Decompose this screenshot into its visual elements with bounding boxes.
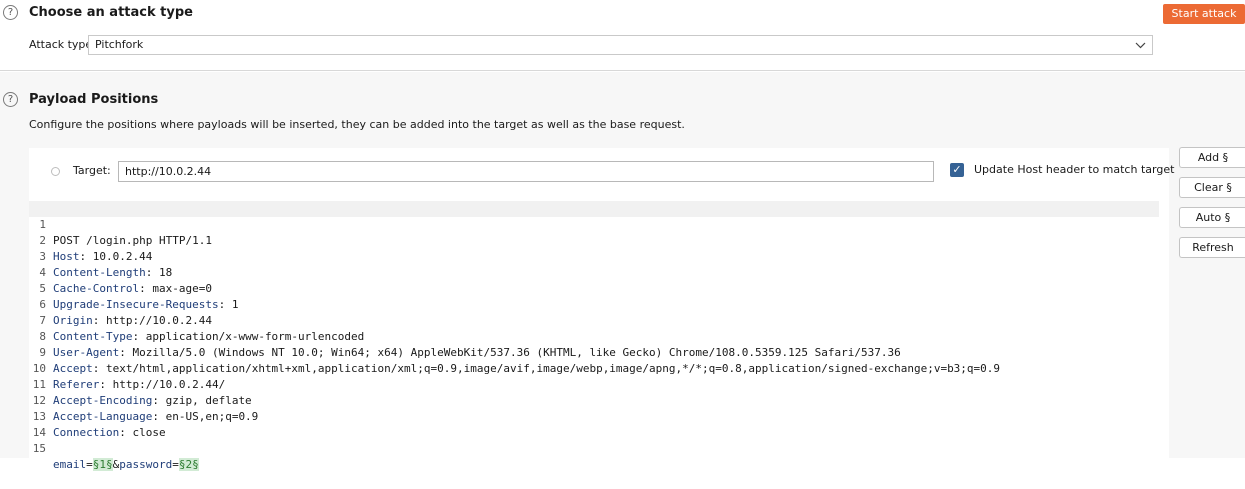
header-line: 4 Cache-Control: max-age=0	[29, 249, 1159, 295]
blank-line: 14	[29, 409, 1159, 439]
payload-marker[interactable]: §1§	[92, 458, 113, 471]
payload-marker[interactable]: §2§	[178, 458, 199, 471]
header-line: 12 Accept-Language: en-US,en;q=0.9	[29, 377, 1159, 423]
header-line: 2 Host: 10.0.2.44	[29, 217, 1159, 263]
body-param-name: password	[119, 458, 173, 471]
update-host-label: Update Host header to match target	[974, 163, 1175, 176]
radio-icon[interactable]	[51, 167, 60, 176]
help-icon[interactable]: ?	[3, 92, 18, 107]
header-line: 13 Connection: close	[29, 393, 1159, 439]
payload-positions-title: Payload Positions	[29, 92, 159, 107]
refresh-button[interactable]: Refresh	[1179, 237, 1245, 258]
target-label: Target:	[73, 164, 111, 177]
line-number: 15	[32, 442, 46, 455]
header-line: 11 Accept-Encoding: gzip, deflate	[29, 361, 1159, 407]
header-line: 10 Referer: http://10.0.2.44/	[29, 345, 1159, 391]
attack-type-label: Attack type:	[29, 38, 96, 51]
help-icon[interactable]: ?	[3, 5, 18, 20]
checkbox-checked-icon[interactable]: ✓	[950, 163, 964, 177]
attack-type-select[interactable]: Pitchfork	[88, 35, 1153, 55]
add-marker-button[interactable]: Add §	[1179, 147, 1245, 168]
target-input[interactable]: http://10.0.2.44	[118, 161, 934, 182]
header-line: 9 Accept: text/html,application/xhtml+xm…	[29, 329, 1159, 375]
start-attack-button[interactable]: Start attack	[1163, 4, 1245, 24]
body-line: 15 email=§1§&password=§2§	[29, 425, 1159, 471]
header-line: 8 User-Agent: Mozilla/5.0 (Windows NT 10…	[29, 313, 1159, 359]
header-line: 5 Upgrade-Insecure-Requests: 1	[29, 265, 1159, 311]
body-param-name: email	[53, 458, 87, 471]
header-line: 3 Content-Length: 18	[29, 233, 1159, 279]
payload-positions-description: Configure the positions where payloads w…	[29, 118, 685, 131]
clear-marker-button[interactable]: Clear §	[1179, 177, 1245, 198]
request-line: 1 POST /login.php HTTP/1.1	[29, 201, 1159, 247]
request-code[interactable]: 1 POST /login.php HTTP/1.1 2 Host: 10.0.…	[29, 201, 1159, 471]
header-line: 6 Origin: http://10.0.2.44	[29, 281, 1159, 327]
chevron-down-icon	[1135, 36, 1146, 61]
auto-marker-button[interactable]: Auto §	[1179, 207, 1245, 228]
section-divider	[0, 70, 1245, 71]
attack-type-value: Pitchfork	[95, 38, 144, 51]
attack-type-title: Choose an attack type	[29, 5, 193, 20]
target-value: http://10.0.2.44	[125, 165, 212, 178]
header-line: 7 Content-Type: application/x-www-form-u…	[29, 297, 1159, 343]
